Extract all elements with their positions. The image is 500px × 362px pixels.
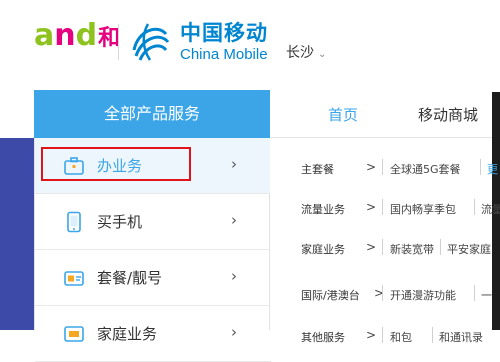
divider — [474, 285, 475, 301]
china-mobile-wordmark[interactable]: 中国移动 China Mobile — [180, 20, 268, 64]
selection-highlight-box — [41, 147, 191, 181]
side-menu-label: 家庭业务 — [97, 325, 158, 343]
top-nav: 首页 移动商城 — [270, 90, 500, 138]
all-products-header[interactable]: 全部产品服务 — [34, 90, 270, 138]
subcategory-title[interactable]: 国际/港澳台 — [301, 287, 360, 303]
nav-home[interactable]: 首页 — [328, 104, 358, 125]
subcategory-panel: 主套餐 > 全球通5G套餐 更 流量业务 > 国内畅享季包 流量 家庭业务 > … — [270, 138, 500, 344]
divider — [382, 199, 383, 215]
subcategory-link[interactable]: 新装宽带 — [390, 241, 434, 257]
city-selector[interactable]: 长沙 ⌄ — [286, 42, 326, 62]
side-menu-item-plans[interactable]: 套餐/靓号 › — [35, 250, 271, 306]
subcategory-link[interactable]: 一 — [481, 287, 492, 303]
divider — [474, 199, 475, 215]
subcategory-title[interactable]: 主套餐 — [301, 161, 334, 177]
logo-divider — [118, 24, 119, 60]
divider — [480, 159, 481, 175]
subcategory-row: 主套餐 > 全球通5G套餐 更 — [270, 151, 498, 189]
and-logo-n: n — [54, 18, 76, 53]
subcategory-row: 流量业务 > 国内畅享季包 流量 — [270, 191, 500, 229]
chevron-down-icon: ⌄ — [318, 49, 327, 60]
subcategory-row: 其他服务 > 和包 和通讯录 — [270, 319, 492, 357]
sim-card-icon — [64, 271, 84, 286]
subcategory-link[interactable]: 流量 — [481, 201, 500, 217]
and-logo-d: d — [75, 18, 98, 53]
subcategory-arrow: > — [366, 240, 377, 254]
subcategory-link[interactable]: 平安家庭 — [447, 241, 491, 257]
chevron-right-icon: › — [231, 267, 237, 285]
subcategory-title[interactable]: 家庭业务 — [301, 241, 345, 257]
chevron-right-icon: › — [231, 323, 237, 341]
subcategory-arrow: > — [366, 328, 377, 342]
subcategory-title[interactable]: 流量业务 — [301, 201, 345, 217]
site-header: and和 中国移动 China Mobile 长沙 ⌄ — [0, 0, 500, 90]
subcategory-link[interactable]: 更 — [487, 161, 498, 177]
subcategory-link[interactable]: 和通讯录 — [439, 329, 483, 345]
and-logo[interactable]: and和 — [34, 18, 121, 53]
subcategory-link[interactable]: 开通漫游功能 — [390, 287, 456, 303]
side-menu-item-phones[interactable]: 买手机 › — [35, 194, 271, 250]
divider — [440, 239, 441, 255]
china-mobile-name-en: China Mobile — [180, 46, 268, 63]
and-logo-a: a — [34, 18, 55, 53]
divider — [382, 159, 383, 175]
left-banner-band — [0, 138, 34, 330]
subcategory-row: 家庭业务 > 新装宽带 平安家庭 — [270, 231, 492, 269]
divider — [382, 239, 383, 255]
subcategory-row: 国际/港澳台 > 开通漫游功能 一 — [270, 277, 492, 315]
phone-icon — [67, 211, 81, 233]
divider — [382, 327, 383, 343]
china-mobile-logo-icon[interactable] — [128, 20, 172, 64]
subcategory-title[interactable]: 其他服务 — [301, 329, 345, 345]
city-name: 长沙 — [286, 45, 314, 61]
chevron-right-icon: › — [231, 155, 237, 173]
home-icon — [64, 326, 84, 342]
side-menu-label: 套餐/靓号 — [97, 269, 163, 287]
side-menu-label: 买手机 — [97, 213, 143, 231]
subcategory-link[interactable]: 全球通5G套餐 — [390, 161, 461, 177]
divider — [432, 327, 433, 343]
side-menu-item-home-services[interactable]: 家庭业务 › — [35, 306, 271, 362]
subcategory-link[interactable]: 和包 — [390, 329, 412, 345]
subcategory-arrow: > — [366, 200, 377, 214]
nav-mall[interactable]: 移动商城 — [418, 104, 478, 125]
subcategory-link[interactable]: 国内畅享季包 — [390, 201, 456, 217]
divider — [382, 285, 383, 301]
subcategory-arrow: > — [366, 160, 377, 174]
china-mobile-name-cn: 中国移动 — [180, 21, 268, 45]
chevron-right-icon: › — [231, 211, 237, 229]
and-logo-he: 和 — [98, 26, 121, 51]
